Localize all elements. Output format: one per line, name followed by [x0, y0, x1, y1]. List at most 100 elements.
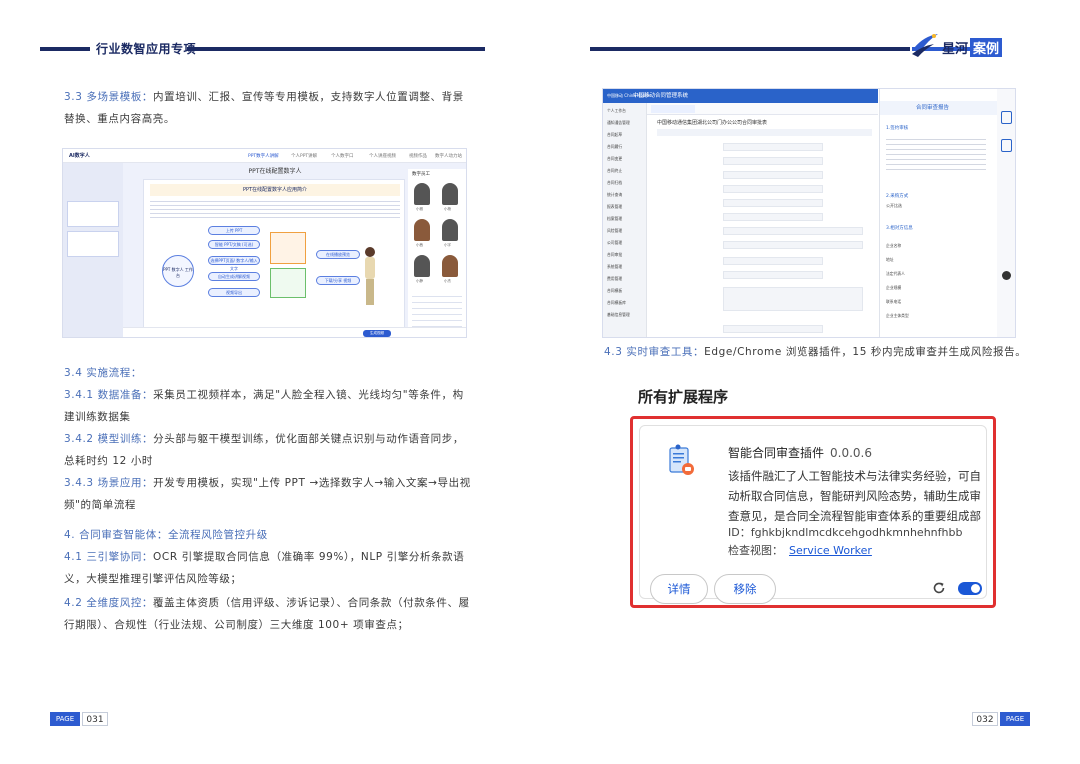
flow-node: 智能 PPT/文稿 (可选): [208, 240, 260, 249]
nav-item[interactable]: 统计查询: [607, 191, 643, 199]
review-report-panel: 合同审查报告 1.签约审核 2.采购方式 公开比选 3.相对方信息 企业名称 地…: [879, 89, 998, 337]
nav-item[interactable]: 合同归档: [607, 179, 643, 187]
left-page: 行业数智应用专项 3.3 多场景模板：内置培训、汇报、宣传等专用模板，支持数字人…: [0, 0, 540, 764]
tab-2[interactable]: 个人数字口: [331, 153, 354, 159]
nav-item[interactable]: 个人工作台: [607, 107, 643, 115]
nav-item[interactable]: 档案管理: [607, 215, 643, 223]
tab-1[interactable]: 个人PPT讲解: [291, 153, 317, 159]
header-bar-right: [187, 47, 485, 51]
flow-node: 自动生成讲解视频: [208, 272, 260, 281]
toggle-knob: [971, 584, 980, 593]
slide-thumbnail[interactable]: [67, 231, 119, 257]
nav-item[interactable]: 风险管理: [607, 227, 643, 235]
enable-toggle[interactable]: [958, 582, 982, 595]
avatar[interactable]: [414, 183, 430, 205]
report-title: 合同审查报告: [880, 101, 998, 115]
report-section-2: 2.采购方式: [886, 194, 909, 199]
paragraph-4-2-label: 4.2 全维度风控：: [64, 597, 154, 609]
service-worker-link[interactable]: Service Worker: [789, 544, 872, 557]
extension-card-highlight: 智能合同审查插件 0.0.0.6 该插件融汇了人工智能技术与法律实务经验，可自动析…: [630, 416, 996, 608]
nav-item[interactable]: 合同模板: [607, 287, 643, 295]
avatar[interactable]: [414, 255, 430, 277]
xinghe-logo: 星河 案例: [910, 30, 1020, 58]
flow-node: 视频导出: [208, 288, 260, 297]
form-row: [653, 185, 878, 194]
app-name: AI数字人: [69, 153, 90, 159]
form-row: [653, 143, 878, 152]
nav-item[interactable]: 合同履行: [607, 143, 643, 151]
inspect-views: 检查视图： Service Worker: [728, 542, 872, 558]
slide-banner: PPT在线配置数字人应用简介: [150, 184, 400, 196]
nav-item[interactable]: 通知通告管理: [607, 119, 643, 127]
tab-4[interactable]: 视频作品: [409, 153, 427, 159]
paragraph-3-4-2: 3.4.2 模型训练：分头部与躯干模型训练，优化面部关键点识别与动作语音同步，总…: [64, 428, 474, 472]
report-text: [886, 135, 986, 173]
extension-name-text: 智能合同审查插件: [728, 446, 825, 460]
paragraph-3-4-3: 3.4.3 场景应用：开发专用模板，实现"上传 PPT →选择数字人→输入文案→…: [64, 472, 474, 516]
nav-item[interactable]: 合同终止: [607, 167, 643, 175]
screenshot-topbar: AI数字人 PPT数字人讲解 个人PPT讲解 个人数字口 个人讲座视频 视频作品…: [63, 149, 466, 163]
form-heading: 中国移动通信集团湖北公司门办公公司合同审批表: [657, 120, 768, 126]
reload-icon[interactable]: [932, 581, 946, 595]
nav-item[interactable]: 系统管理: [607, 263, 643, 271]
nav-item[interactable]: 合同模板库: [607, 299, 643, 307]
page-label: PAGE: [1000, 712, 1030, 726]
center-node: PPT 数字人 工作台: [162, 255, 194, 287]
assistant-icon[interactable]: [1002, 271, 1011, 280]
nav-item[interactable]: 合同变更: [607, 155, 643, 163]
nav-item[interactable]: 合同起草: [607, 131, 643, 139]
paragraph-3-4-1-label: 3.4.1 数据准备：: [64, 389, 154, 401]
paragraph-4: 4. 合同审查智能体：全流程风险管控升级: [64, 524, 474, 546]
page-number: 032: [972, 712, 998, 726]
contract-system-screenshot: 中国移动 China Mobile 中国移动合同管理系统 个人工作台 通知通告管…: [602, 88, 1016, 338]
logo-text-highlight: 案例: [970, 38, 1003, 57]
generate-video-button[interactable]: 生成视频: [363, 330, 391, 337]
brand: 中国移动 China Mobile: [607, 93, 651, 98]
document-icon[interactable]: [1001, 111, 1012, 124]
nav-item[interactable]: 报表管理: [607, 203, 643, 211]
paragraph-3-4-3-label: 3.4.3 场景应用：: [64, 477, 154, 489]
system-tabs: [647, 103, 878, 115]
flow-node: 选择PPT页面/ 数字人/输入文字: [208, 256, 260, 271]
party-label: 企业规模: [886, 285, 902, 290]
form-row: [653, 241, 878, 250]
slide-thumbnail[interactable]: [67, 201, 119, 227]
tab-active[interactable]: [651, 105, 695, 113]
extensions-page-title: 所有扩展程序: [638, 388, 729, 406]
extension-id: ID：fghkbjkndlmcdkcehgodhkmnhehnfhbb: [728, 524, 962, 540]
party-label: 企业主体类型: [886, 313, 909, 318]
extension-name: 智能合同审查插件 0.0.0.6: [728, 444, 872, 461]
extension-card: 智能合同审查插件 0.0.0.6 该插件融汇了人工智能技术与法律实务经验，可自动析…: [639, 425, 987, 604]
header-bar-right-page: [590, 47, 910, 51]
star-river-logo-icon: [912, 34, 938, 57]
report-icon[interactable]: [1001, 139, 1012, 152]
caption-label: 4.3 实时审查工具：: [604, 346, 705, 358]
avatar[interactable]: [442, 255, 458, 277]
paragraph-4-1-label: 4.1 三引擎协同：: [64, 551, 154, 563]
page-number: 031: [82, 712, 108, 726]
tab-0[interactable]: PPT数字人讲解: [248, 153, 279, 159]
form-tabs[interactable]: [657, 129, 872, 136]
nav-item[interactable]: 费用管理: [607, 275, 643, 283]
tab-3[interactable]: 个人讲座视频: [369, 153, 396, 159]
details-button[interactable]: 详情: [650, 574, 708, 604]
avatar[interactable]: [442, 183, 458, 205]
form-row: [653, 325, 878, 334]
remove-button[interactable]: 移除: [714, 574, 776, 604]
step-box-green: [270, 268, 306, 298]
digital-employee-panel: 数字员工 小雅 小杨 小茜 小宇 小静 小杰: [408, 169, 466, 337]
contract-form: 中国移动通信集团湖北公司门办公公司合同审批表: [653, 117, 878, 337]
nav-item[interactable]: 公司管理: [607, 239, 643, 247]
avatar[interactable]: [442, 219, 458, 241]
avatar[interactable]: [414, 219, 430, 241]
option-list: [412, 291, 462, 331]
tab-5[interactable]: 数字人动力站: [435, 153, 462, 159]
procurement-method: 公开比选: [886, 203, 902, 208]
nav-item[interactable]: 基础信息管理: [607, 311, 643, 319]
right-page: 星河 案例 中国移动 China Mobile 中国移动合同管理系统 个人工作台 …: [540, 0, 1080, 764]
canvas-title: PPT在线配置数字人: [248, 168, 302, 175]
caption-4-3: 4.3 实时审查工具：Edge/Chrome 浏览器插件，15 秒内完成审查并生…: [604, 344, 1026, 359]
logo-text-main: 星河: [942, 42, 969, 57]
form-row: [653, 257, 878, 266]
nav-item[interactable]: 合同审批: [607, 251, 643, 259]
